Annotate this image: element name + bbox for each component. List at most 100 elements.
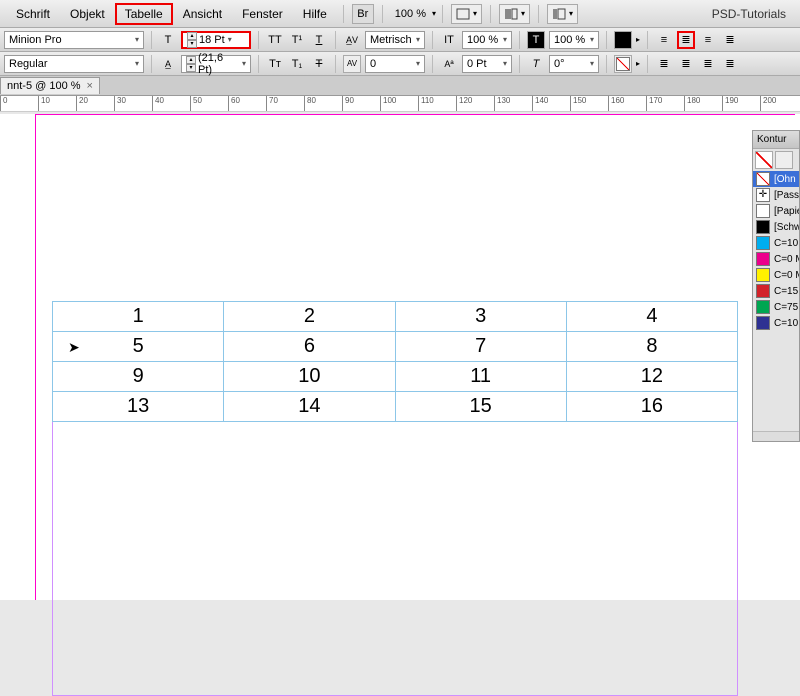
smallcaps-icon[interactable]: Tᴛ bbox=[266, 55, 284, 73]
skew-input[interactable]: 0° bbox=[549, 55, 599, 73]
align-center-icon[interactable]: ≣ bbox=[677, 31, 695, 49]
table-cell[interactable]: 10 bbox=[224, 362, 395, 392]
baseline-input[interactable]: 0 Pt bbox=[462, 55, 512, 73]
hscale-input[interactable]: 100 % bbox=[549, 31, 599, 49]
justify-left-icon[interactable]: ≣ bbox=[655, 55, 673, 73]
table-row[interactable]: 9101112 bbox=[53, 362, 738, 392]
swatch-item[interactable]: C=0 M bbox=[753, 267, 799, 283]
document-canvas[interactable]: 12345678910111213141516 ➤ bbox=[0, 114, 800, 600]
inserted-table[interactable]: 12345678910111213141516 bbox=[52, 301, 738, 422]
font-size-icon: T bbox=[159, 31, 177, 49]
table-cell[interactable]: 3 bbox=[395, 302, 566, 332]
stroke-swatch[interactable] bbox=[614, 55, 632, 73]
swatch-label: C=10 bbox=[774, 238, 798, 249]
menu-hilfe[interactable]: Hilfe bbox=[293, 3, 337, 25]
ruler-tick: 180 bbox=[684, 96, 700, 112]
menu-tabelle[interactable]: Tabelle bbox=[115, 3, 173, 25]
tracking-icon: AV bbox=[343, 55, 361, 73]
swatch-item[interactable]: [Ohn bbox=[753, 171, 799, 187]
table-cell[interactable]: 13 bbox=[53, 392, 224, 422]
align-right-icon[interactable]: ≡ bbox=[699, 31, 717, 49]
justify-right-icon[interactable]: ≣ bbox=[699, 55, 717, 73]
swatch-item[interactable]: C=15 bbox=[753, 283, 799, 299]
swatch-item[interactable]: [Schw bbox=[753, 219, 799, 235]
table-row[interactable]: 1234 bbox=[53, 302, 738, 332]
swatch-item[interactable]: C=10 bbox=[753, 235, 799, 251]
superscript-icon[interactable]: T¹ bbox=[288, 31, 306, 49]
fill-tool[interactable] bbox=[755, 151, 773, 169]
table-cell[interactable]: 11 bbox=[395, 362, 566, 392]
bridge-button[interactable]: Br bbox=[352, 4, 374, 24]
table-cell[interactable]: 9 bbox=[53, 362, 224, 392]
swatch-label: C=75 bbox=[774, 302, 798, 313]
table-cell[interactable]: 7 bbox=[395, 332, 566, 362]
kerning-select[interactable]: Metrisch bbox=[365, 31, 425, 49]
fill-swatch[interactable] bbox=[614, 31, 632, 49]
size-down[interactable]: ▾ bbox=[187, 40, 197, 48]
ruler-tick: 130 bbox=[494, 96, 510, 112]
brand-label: PSD-Tutorials bbox=[712, 7, 794, 21]
workspace-dropdown[interactable] bbox=[547, 4, 578, 24]
swatch-color bbox=[756, 220, 770, 234]
menu-fenster[interactable]: Fenster bbox=[232, 3, 293, 25]
menu-objekt[interactable]: Objekt bbox=[60, 3, 115, 25]
table-cell[interactable]: 1 bbox=[53, 302, 224, 332]
swatch-item[interactable]: C=10 bbox=[753, 315, 799, 331]
swatch-item[interactable]: [Papie bbox=[753, 203, 799, 219]
panel-title[interactable]: Kontur bbox=[753, 131, 799, 149]
table-cell[interactable]: 5 bbox=[53, 332, 224, 362]
swatch-color bbox=[756, 316, 770, 330]
align-left-icon[interactable]: ≡ bbox=[655, 31, 673, 49]
leading-input[interactable]: ▴▾ (21,6 Pt) ▾ bbox=[181, 55, 251, 73]
table-cell[interactable]: 12 bbox=[566, 362, 737, 392]
tracking-input[interactable]: 0 bbox=[365, 55, 425, 73]
vscale-input[interactable]: 100 % bbox=[462, 31, 512, 49]
swatch-item[interactable]: C=0 M bbox=[753, 251, 799, 267]
allcaps-icon[interactable]: TT bbox=[266, 31, 284, 49]
table-row[interactable]: 13141516 bbox=[53, 392, 738, 422]
ruler-tick: 100 bbox=[380, 96, 396, 112]
strike-icon[interactable]: T bbox=[310, 55, 328, 73]
table-cell[interactable]: 6 bbox=[224, 332, 395, 362]
table-cell[interactable]: 14 bbox=[224, 392, 395, 422]
horizontal-ruler[interactable]: 0102030405060708090100110120130140150160… bbox=[0, 96, 800, 112]
ruler-tick: 40 bbox=[152, 96, 164, 112]
ruler-tick: 140 bbox=[532, 96, 548, 112]
menu-schrift[interactable]: Schrift bbox=[6, 3, 60, 25]
justify-center-icon[interactable]: ≣ bbox=[677, 55, 695, 73]
ruler-tick: 50 bbox=[190, 96, 202, 112]
font-style-select[interactable]: Regular bbox=[4, 55, 144, 73]
baseline-icon: Aª bbox=[440, 55, 458, 73]
ruler-tick: 200 bbox=[760, 96, 776, 112]
ruler-tick: 110 bbox=[418, 96, 434, 112]
zoom-level[interactable]: 100 % bbox=[389, 8, 432, 20]
justify-all-icon[interactable]: ≣ bbox=[721, 55, 739, 73]
stroke-tool[interactable] bbox=[775, 151, 793, 169]
panel-scrollbar[interactable] bbox=[753, 431, 799, 441]
font-family-select[interactable]: Minion Pro bbox=[4, 31, 144, 49]
table-row[interactable]: 5678 bbox=[53, 332, 738, 362]
screen-mode-dropdown[interactable] bbox=[451, 4, 482, 24]
close-tab-icon[interactable]: × bbox=[87, 80, 93, 92]
underline-icon[interactable]: T bbox=[310, 31, 328, 49]
size-up[interactable]: ▴ bbox=[187, 32, 197, 40]
swatch-color bbox=[756, 236, 770, 250]
table-cell[interactable]: 4 bbox=[566, 302, 737, 332]
document-tab[interactable]: nnt-5 @ 100 % × bbox=[0, 77, 100, 94]
swatch-item[interactable]: [Passe bbox=[753, 187, 799, 203]
font-size-input[interactable]: ▴▾ 18 Pt ▾ bbox=[181, 31, 251, 49]
table-cell[interactable]: 15 bbox=[395, 392, 566, 422]
table-cell[interactable]: 16 bbox=[566, 392, 737, 422]
character-toolbar-2: Regular A̲ ▴▾ (21,6 Pt) ▾ Tᴛ T₁ T AV 0 A… bbox=[0, 52, 800, 76]
swatch-item[interactable]: C=75 bbox=[753, 299, 799, 315]
ruler-tick: 60 bbox=[228, 96, 240, 112]
align-justify-icon[interactable]: ≣ bbox=[721, 31, 739, 49]
skew-icon: T bbox=[527, 55, 545, 73]
table-cell[interactable]: 8 bbox=[566, 332, 737, 362]
subscript-icon[interactable]: T₁ bbox=[288, 55, 306, 73]
arrange-dropdown[interactable] bbox=[499, 4, 530, 24]
table-cell[interactable]: 2 bbox=[224, 302, 395, 332]
menu-ansicht[interactable]: Ansicht bbox=[173, 3, 232, 25]
panel-tools bbox=[753, 149, 799, 171]
charfill-icon[interactable]: T bbox=[527, 31, 545, 49]
